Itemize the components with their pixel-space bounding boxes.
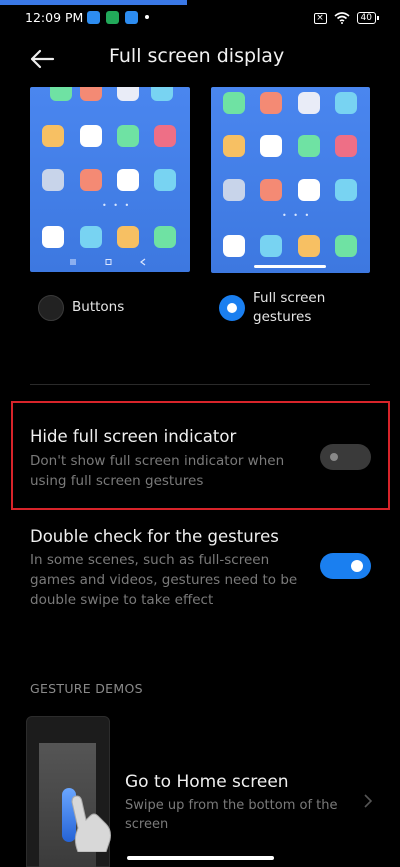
app-icon [80,226,102,248]
hide-indicator-toggle[interactable] [320,444,371,470]
app-icon [223,135,245,157]
page-dots: • • • [282,211,312,220]
app-icon [260,235,282,257]
app-icon [117,169,139,191]
app-icon [335,179,357,201]
app-icon [80,87,102,101]
back-arrow-icon[interactable] [28,44,58,74]
hand-gesture-icon [71,795,111,852]
buttons-option-label[interactable]: Buttons [72,298,124,317]
app-icon [298,235,320,257]
divider [30,384,370,385]
app-icon [154,226,176,248]
app-icon [117,125,139,147]
header: Full screen display [0,38,400,78]
gesture-bar-preview [254,265,326,268]
demo-title[interactable]: Go to Home screen [125,772,289,792]
app-icon [42,226,64,248]
toggle-knob [351,560,363,572]
wifi-icon [334,12,350,24]
app-icon [154,125,176,147]
app-notification-icon [106,11,119,24]
app-icon [117,226,139,248]
app-icon [80,125,102,147]
battery-icon: 40 [356,12,380,24]
toggle-knob [330,453,338,461]
app-icon [42,169,64,191]
app-icon [298,135,320,157]
demo-description: Swipe up from the bottom of the screen [125,798,338,832]
home-indicator[interactable] [127,856,274,860]
buttons-radio[interactable] [38,295,64,321]
gestures-preview[interactable]: • • • [211,87,370,273]
more-notifications-dot [145,15,149,19]
app-icon [223,92,245,114]
hide-indicator-title: Hide full screen indicator [30,427,237,446]
status-bar: 12:09 PM × 40 [0,0,400,36]
app-icon [298,92,320,114]
page-dots: • • • [102,201,132,210]
chevron-right-icon[interactable] [362,792,374,810]
full-screen-gestures-option-label[interactable]: Full screen gestures [253,289,348,327]
app-icon [154,169,176,191]
double-check-title: Double check for the gestures [30,527,279,546]
app-icon [260,135,282,157]
app-icon [335,135,357,157]
app-icon [50,87,72,101]
app-icon [260,179,282,201]
buttons-preview[interactable]: • • • [30,87,190,272]
app-icon [223,235,245,257]
gesture-demos-label: GESTURE DEMOS [30,681,143,696]
full-screen-gestures-radio[interactable] [219,295,245,321]
status-time: 12:09 PM [25,10,84,25]
app-icon [335,235,357,257]
nav-keys-icon [70,258,146,266]
app-notification-icon [87,11,100,24]
app-icon [335,92,357,114]
status-accent-strip [0,0,187,5]
double-check-description: In some scenes, such as full-screen game… [30,552,298,608]
double-check-toggle[interactable] [320,553,371,579]
app-icon [260,92,282,114]
sim-icon: × [313,12,327,24]
page-title: Full screen display [109,45,285,67]
app-icon [151,87,173,101]
app-icon [117,87,139,101]
app-icon [80,169,102,191]
app-notification-icon [125,11,138,24]
app-icon [223,179,245,201]
app-icon [298,179,320,201]
app-icon [42,125,64,147]
status-right-icons: × 40 [313,11,380,25]
hide-indicator-description: Don't show full screen indicator when us… [30,453,285,489]
